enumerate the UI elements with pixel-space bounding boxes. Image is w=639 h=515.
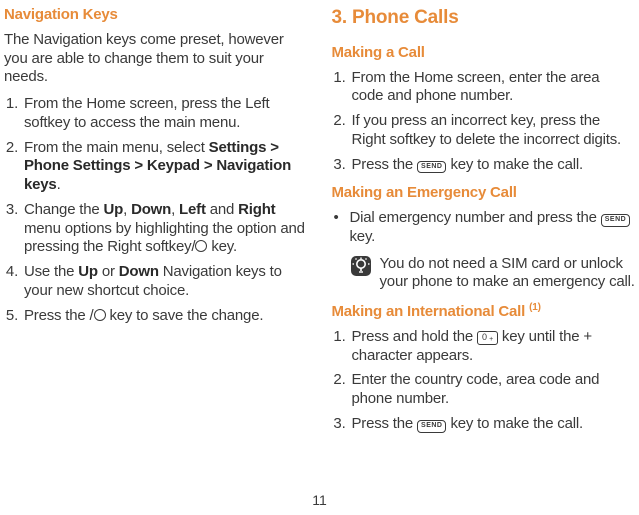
left-column: Navigation Keys The Navigation keys come… [0,6,320,515]
heading-international-call: Making an International Call (1) [332,302,636,322]
intl-footnote: (1) [529,302,541,313]
em-bullet-b: key. [350,228,376,245]
note-text: You do not need a SIM card or unlock you… [380,255,636,293]
send-key-icon-3: SEND [417,420,446,433]
i-step-2: Enter the country code, area code and ph… [350,371,636,409]
step-5: Press the / key to save the change. [22,307,308,326]
label-right: Right [238,201,275,218]
c1-step-3-a: Press the [352,156,418,173]
lightbulb-icon [350,255,372,293]
step-3-a: Change the [24,201,104,218]
chapter-title: 3. Phone Calls [332,6,636,30]
i-step-3: Press the SEND key to make the call. [350,415,636,434]
step-3-c: key. [207,238,237,255]
sep1: , [123,201,131,218]
heading-emergency-call: Making an Emergency Call [332,184,636,203]
i-step-3-a: Press the [352,415,418,432]
label-up: Up [104,201,124,218]
sep3: and [206,201,238,218]
intro-text: The Navigation keys come preset, however… [4,31,308,87]
step-4-a: Use the [24,263,78,280]
send-key-icon-2: SEND [601,214,630,227]
step-1: From the Home screen, press the Left sof… [22,95,308,133]
nav-keys-steps: From the Home screen, press the Left sof… [4,95,308,325]
step-5-b: key to save the change. [106,307,264,324]
step-2: From the main menu, select Settings > Ph… [22,139,308,195]
step-4: Use the Up or Down Navigation keys to yo… [22,263,308,301]
zero-sub: + [489,336,493,343]
circle-key-icon-2 [94,309,106,321]
making-call-steps: From the Home screen, enter the area cod… [332,69,636,175]
page-number: 11 [0,492,639,508]
emergency-bullets: Dial emergency number and press the SEND… [332,209,636,247]
label-down-2: Down [119,263,159,280]
i-step-3-b: key to make the call. [446,415,583,432]
i-step-1-a: Press and hold the [352,328,477,345]
zero-label: 0 [482,332,487,342]
sep4: or [98,263,119,280]
intl-label: Making an International Call [332,303,530,320]
label-up-2: Up [78,263,98,280]
c1-step-1: From the Home screen, enter the area cod… [350,69,636,107]
step-3: Change the Up, Down, Left and Right menu… [22,201,308,257]
heading-making-a-call: Making a Call [332,44,636,63]
c1-step-3: Press the SEND key to make the call. [350,156,636,175]
step-3-b: menu options by highlighting the option … [24,220,305,256]
note-block: You do not need a SIM card or unlock you… [350,255,636,293]
i-step-1: Press and hold the 0 + key until the + c… [350,328,636,366]
heading-navigation-keys: Navigation Keys [4,6,308,25]
circle-key-icon [195,240,207,252]
step-2-text: From the main menu, select [24,139,209,156]
c1-step-2: If you press an incorrect key, press the… [350,112,636,150]
send-key-icon: SEND [417,161,446,174]
step-2-period: . [57,176,61,193]
international-call-steps: Press and hold the 0 + key until the + c… [332,328,636,434]
step-5-a: Press the / [24,307,94,324]
emergency-bullet: Dial emergency number and press the SEND… [350,209,636,247]
right-column: 3. Phone Calls Making a Call From the Ho… [320,6,639,515]
manual-page: Navigation Keys The Navigation keys come… [0,0,639,515]
c1-step-3-b: key to make the call. [446,156,583,173]
em-bullet-a: Dial emergency number and press the [350,209,601,226]
label-left: Left [179,201,206,218]
sep2: , [171,201,179,218]
label-down: Down [131,201,171,218]
zero-plus-key-icon: 0 + [477,331,498,345]
